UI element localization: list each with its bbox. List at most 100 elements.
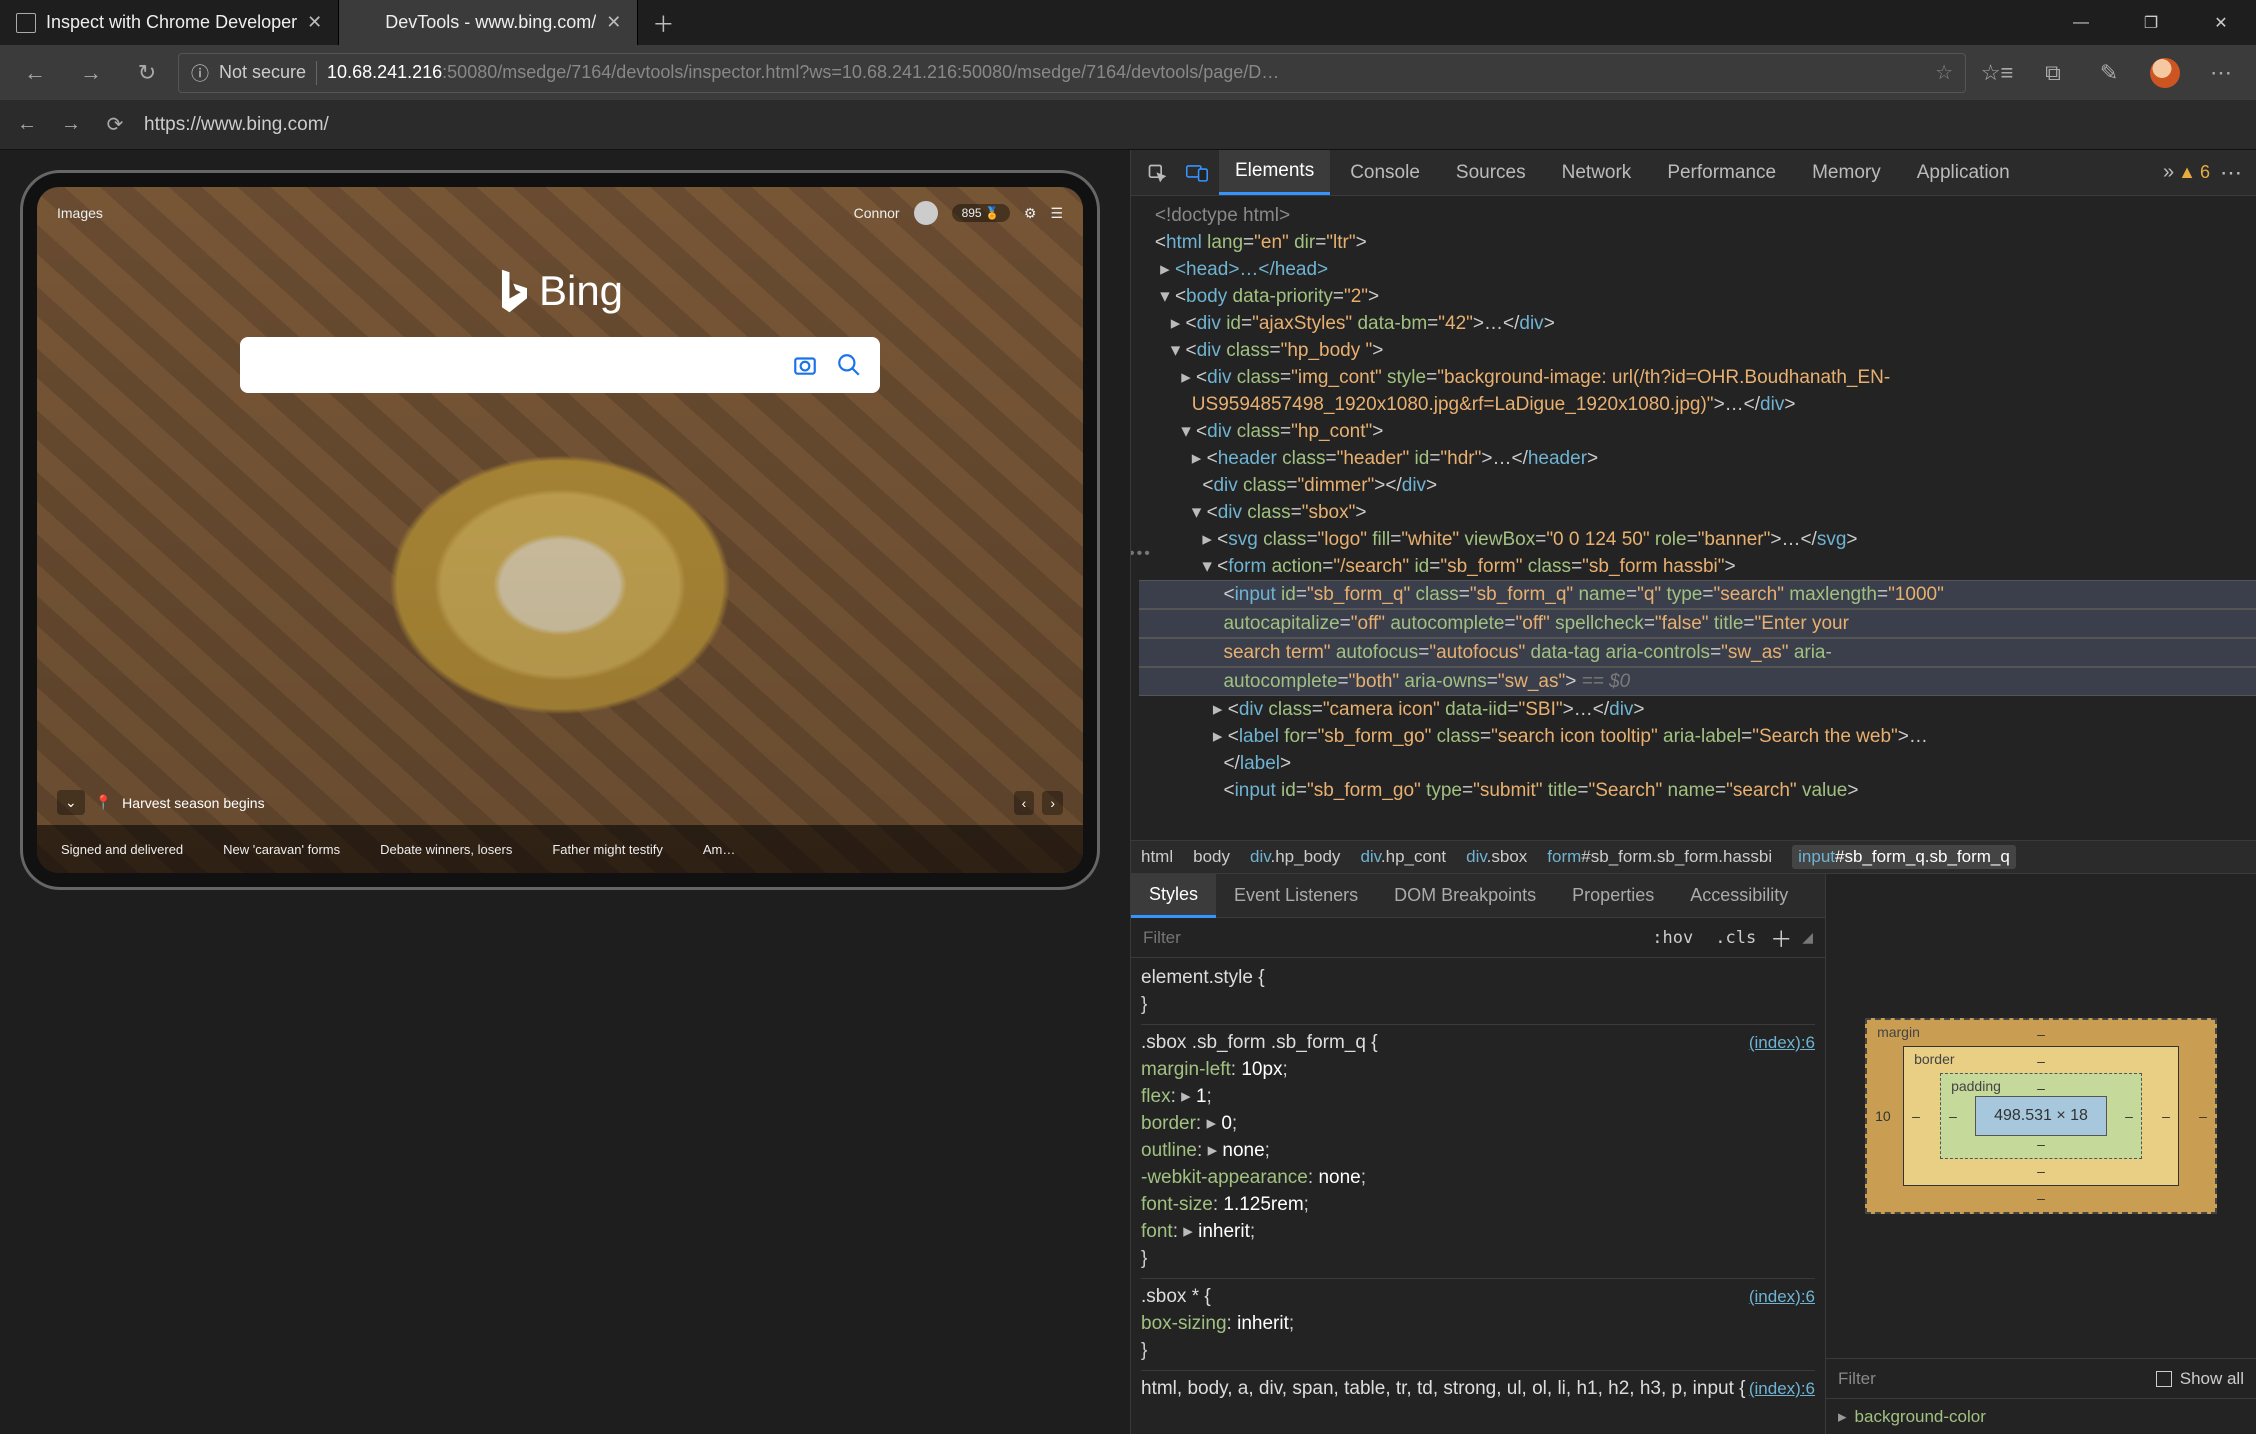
styles-filter-row: :hov .cls ＋ ◢	[1131, 918, 1825, 958]
tab-properties[interactable]: Properties	[1554, 875, 1672, 916]
tab-event-listeners[interactable]: Event Listeners	[1216, 875, 1376, 916]
news-item[interactable]: Am…	[703, 842, 736, 857]
edge-icon	[355, 13, 375, 33]
styles-filter-input[interactable]	[1143, 928, 1638, 948]
devtools-tabstrip: Elements Console Sources Network Perform…	[1131, 150, 2256, 196]
devtools-panel: Elements Console Sources Network Perform…	[1130, 150, 2256, 1434]
computed-filter-row: Filter Show all	[1826, 1358, 2256, 1398]
tab-elements[interactable]: Elements	[1219, 150, 1330, 195]
remote-url[interactable]: https://www.bing.com/	[144, 114, 329, 136]
page-screenshot[interactable]: Images Connor 895 🏅 ⚙ ☰ Bing	[37, 187, 1083, 873]
caption-text[interactable]: Harvest season begins	[122, 795, 264, 811]
collections-icon[interactable]: ⧉	[2028, 53, 2078, 93]
camera-icon[interactable]	[792, 352, 818, 378]
show-all-checkbox[interactable]: Show all	[2156, 1369, 2244, 1389]
tab-title: DevTools - www.bing.com/	[385, 12, 596, 33]
user-avatar-icon[interactable]	[914, 201, 938, 225]
tab-network[interactable]: Network	[1546, 152, 1648, 194]
url-text: 10.68.241.216:50080/msedge/7164/devtools…	[327, 62, 1925, 83]
source-link[interactable]: (index):6	[1749, 1283, 1815, 1310]
hamburger-icon[interactable]: ☰	[1050, 205, 1063, 222]
box-model[interactable]: margin – – 10 – border – – – – padding	[1826, 874, 2256, 1358]
tab-title: Inspect with Chrome Developer	[46, 12, 297, 33]
new-rule-button[interactable]: ＋	[1770, 922, 1792, 954]
separator	[316, 61, 317, 85]
security-label: Not secure	[219, 62, 306, 83]
settings-icon[interactable]: ⚙	[1024, 205, 1037, 222]
selection-gutter-icon: •••	[1131, 540, 1152, 567]
minimize-button[interactable]: —	[2046, 0, 2116, 45]
location-icon: 📍	[95, 794, 112, 811]
css-rules[interactable]: element.style { } (index):6 .sbox .sb_fo…	[1131, 958, 1825, 1434]
news-item[interactable]: Signed and delivered	[61, 842, 183, 857]
bing-search-input[interactable]	[240, 337, 880, 393]
inspect-icon[interactable]	[1139, 155, 1175, 191]
source-link[interactable]: (index):6	[1749, 1029, 1815, 1056]
menu-icon[interactable]: ⋯	[2196, 53, 2246, 93]
next-icon[interactable]: ›	[1042, 791, 1063, 815]
news-item[interactable]: Father might testify	[552, 842, 663, 857]
device-toggle-icon[interactable]	[1179, 155, 1215, 191]
favorite-icon[interactable]: ☆	[1935, 60, 1953, 85]
close-icon[interactable]: ✕	[606, 12, 621, 33]
more-tabs-icon[interactable]: »	[2163, 161, 2174, 184]
dom-breadcrumb[interactable]: html body div.hp_body div.hp_cont div.sb…	[1131, 840, 2256, 874]
tab-console[interactable]: Console	[1334, 152, 1436, 194]
security-indicator[interactable]: ⓘ Not secure	[191, 60, 306, 86]
crumb-item: body	[1193, 847, 1230, 867]
close-icon[interactable]: ✕	[307, 12, 322, 33]
tab-dom-breakpoints[interactable]: DOM Breakpoints	[1376, 875, 1554, 916]
rewards-points[interactable]: 895 🏅	[952, 204, 1010, 222]
warnings-badge[interactable]: ▲ 6	[2178, 162, 2210, 183]
news-ticker: Signed and delivered New 'caravan' forms…	[37, 825, 1083, 873]
news-item[interactable]: Debate winners, losers	[380, 842, 512, 857]
tab-sources[interactable]: Sources	[1440, 152, 1542, 194]
tab-styles[interactable]: Styles	[1131, 874, 1216, 918]
close-window-button[interactable]: ✕	[2186, 0, 2256, 45]
page-icon	[16, 13, 36, 33]
user-name[interactable]: Connor	[854, 205, 900, 221]
styles-pane: Styles Event Listeners DOM Breakpoints P…	[1131, 874, 1826, 1434]
styles-tabstrip: Styles Event Listeners DOM Breakpoints P…	[1131, 874, 1825, 918]
computed-property[interactable]: ▸background-color	[1826, 1398, 2256, 1434]
expand-icon[interactable]: ◢	[1802, 929, 1813, 946]
forward-button[interactable]: →	[66, 53, 116, 93]
prev-icon[interactable]: ‹	[1014, 791, 1035, 815]
address-bar[interactable]: ⓘ Not secure 10.68.241.216:50080/msedge/…	[178, 53, 1966, 93]
expand-icon[interactable]: ⌄	[57, 790, 85, 815]
images-link[interactable]: Images	[57, 205, 103, 221]
search-icon[interactable]	[836, 352, 862, 378]
device-frame: Images Connor 895 🏅 ⚙ ☰ Bing	[20, 170, 1100, 890]
favorites-icon[interactable]: ☆≡	[1972, 53, 2022, 93]
crumb-item-selected: input#sb_form_q.sb_form_q	[1792, 845, 2016, 869]
devtools-remote-bar: ← → ⟳ https://www.bing.com/	[0, 100, 2256, 150]
crumb-item: div.sbox	[1466, 847, 1527, 867]
tab-memory[interactable]: Memory	[1796, 152, 1897, 194]
maximize-button[interactable]: ❐	[2116, 0, 2186, 45]
source-link[interactable]: (index):6	[1749, 1375, 1815, 1402]
forward-button[interactable]: →	[56, 113, 86, 136]
bing-header: Images Connor 895 🏅 ⚙ ☰	[37, 201, 1083, 225]
hov-toggle[interactable]: :hov	[1644, 926, 1701, 950]
info-icon: ⓘ	[191, 60, 209, 86]
tab-performance[interactable]: Performance	[1651, 152, 1792, 194]
tab-application[interactable]: Application	[1901, 152, 2026, 194]
reload-button[interactable]: ⟳	[100, 112, 130, 137]
kebab-icon[interactable]: ⋯	[2214, 160, 2248, 186]
device-preview: Images Connor 895 🏅 ⚙ ☰ Bing	[0, 150, 1130, 1434]
browser-tab-2[interactable]: DevTools - www.bing.com/ ✕	[339, 0, 638, 45]
cls-toggle[interactable]: .cls	[1707, 926, 1764, 950]
tab-accessibility[interactable]: Accessibility	[1672, 875, 1806, 916]
computed-filter-label[interactable]: Filter	[1838, 1369, 1876, 1389]
profile-avatar[interactable]	[2140, 53, 2190, 93]
news-item[interactable]: New 'caravan' forms	[223, 842, 340, 857]
new-tab-button[interactable]: ＋	[638, 0, 688, 45]
back-button[interactable]: ←	[12, 113, 42, 136]
dom-tree[interactable]: ••• <!doctype html> <html lang="en" dir=…	[1131, 196, 2256, 840]
content-size: 498.531 × 18	[1975, 1096, 2107, 1136]
back-button[interactable]: ←	[10, 53, 60, 93]
annotate-icon[interactable]: ✎	[2084, 53, 2134, 93]
crumb-item: form#sb_form.sb_form.hassbi	[1547, 847, 1772, 867]
reload-button[interactable]: ↻	[122, 53, 172, 93]
browser-tab-1[interactable]: Inspect with Chrome Developer ✕	[0, 0, 339, 45]
